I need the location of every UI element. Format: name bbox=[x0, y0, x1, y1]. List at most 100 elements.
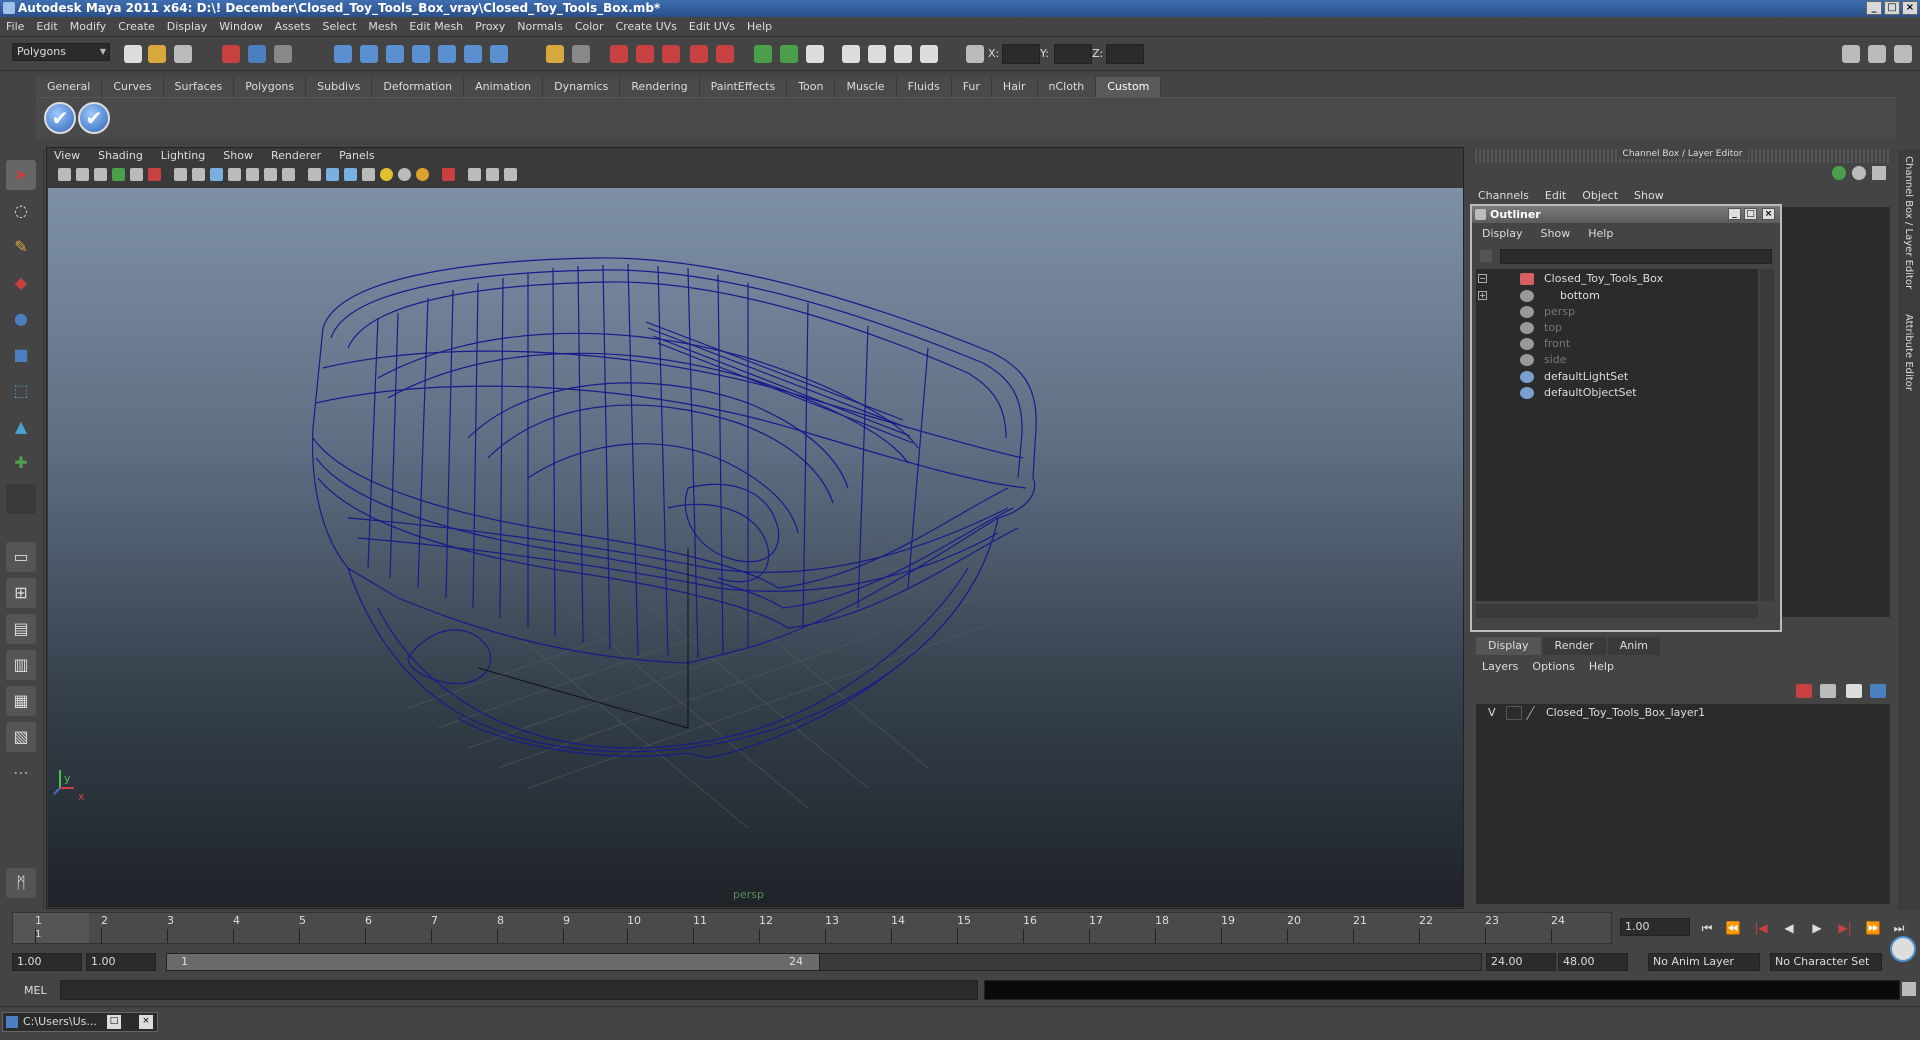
expand-icon[interactable]: + bbox=[1478, 291, 1487, 300]
checkmark-shelf-icon[interactable]: ✔ bbox=[44, 102, 76, 134]
layout-four-pane-icon[interactable]: ⊞ bbox=[6, 578, 36, 608]
outliner-menu-show[interactable]: Show bbox=[1541, 227, 1571, 240]
select-tool-icon[interactable]: ➤ bbox=[6, 160, 36, 190]
shelf-tab-general[interactable]: General bbox=[36, 77, 103, 97]
grid-toggle-icon[interactable] bbox=[174, 168, 187, 181]
xray-joints-icon[interactable] bbox=[486, 168, 499, 181]
channel-box-icon[interactable] bbox=[868, 45, 886, 63]
play-backwards-button[interactable]: ◀ bbox=[1780, 920, 1798, 936]
shelf-tab-ncloth[interactable]: nCloth bbox=[1037, 77, 1097, 97]
more-layouts-icon[interactable]: ⋯ bbox=[6, 758, 36, 788]
play-forwards-button[interactable]: ▶ bbox=[1808, 920, 1826, 936]
shadows-icon[interactable] bbox=[416, 168, 429, 181]
menu-create-uvs[interactable]: Create UVs bbox=[616, 20, 677, 33]
new-scene-icon[interactable] bbox=[124, 45, 142, 63]
snap-grid-icon[interactable] bbox=[334, 45, 352, 63]
menu-display[interactable]: Display bbox=[167, 20, 208, 33]
textured-icon[interactable] bbox=[362, 168, 375, 181]
menu-color[interactable]: Color bbox=[575, 20, 604, 33]
cb-menu-object[interactable]: Object bbox=[1582, 189, 1618, 202]
safe-title-icon[interactable] bbox=[282, 168, 295, 181]
snap-surface-icon[interactable] bbox=[438, 45, 456, 63]
layer-playback-toggle[interactable] bbox=[1506, 706, 1522, 720]
construction-history-icon[interactable] bbox=[572, 45, 590, 63]
outliner-menu-help[interactable]: Help bbox=[1588, 227, 1613, 240]
time-slider[interactable]: 1 2 3 4 5 6 7 8 9 10 11 12 13 14 15 16 1… bbox=[12, 912, 1612, 944]
outliner-maximize-button[interactable]: □ bbox=[1744, 208, 1757, 220]
default-light-icon[interactable] bbox=[380, 168, 393, 181]
animation-end-field[interactable]: 48.00 bbox=[1558, 953, 1628, 971]
range-slider-handle[interactable]: 1 24 bbox=[166, 953, 820, 971]
bookmark-icon[interactable] bbox=[94, 168, 107, 181]
menu-modify[interactable]: Modify bbox=[70, 20, 106, 33]
animation-start-field[interactable]: 1.00 bbox=[12, 953, 82, 971]
menu-window[interactable]: Window bbox=[219, 20, 262, 33]
playback-start-field[interactable]: 1.00 bbox=[86, 953, 156, 971]
smooth-shade-icon[interactable] bbox=[326, 168, 339, 181]
outliner-filter-input[interactable] bbox=[1500, 249, 1772, 264]
auto-key-icon[interactable] bbox=[1890, 936, 1916, 962]
minimized-window-item[interactable]: C:\Users\Us... □ × bbox=[2, 1012, 158, 1032]
image-plane-icon[interactable] bbox=[112, 168, 125, 181]
shelf-tab-hair[interactable]: Hair bbox=[991, 77, 1038, 97]
xray-components-icon[interactable] bbox=[504, 168, 517, 181]
channel-box-key-icon[interactable] bbox=[1832, 166, 1846, 180]
menu-set-dropdown[interactable]: Polygons ▼ bbox=[12, 43, 110, 61]
menu-edit-uvs[interactable]: Edit UVs bbox=[689, 20, 735, 33]
layout-persp-graph-icon[interactable]: ▥ bbox=[6, 650, 36, 680]
layout-persp-outliner-icon[interactable]: ▤ bbox=[6, 614, 36, 644]
two-d-pan-icon[interactable] bbox=[130, 168, 143, 181]
paint-select-tool-icon[interactable]: ✎ bbox=[6, 232, 36, 262]
close-button[interactable]: × bbox=[1902, 1, 1918, 15]
open-scene-icon[interactable] bbox=[148, 45, 166, 63]
cb-menu-edit[interactable]: Edit bbox=[1545, 189, 1566, 202]
shelf-tab-toon[interactable]: Toon bbox=[787, 77, 836, 97]
xray-icon[interactable] bbox=[468, 168, 481, 181]
shelf-tab-curves[interactable]: Curves bbox=[102, 77, 164, 97]
lasso-tool-icon[interactable]: ◌ bbox=[6, 196, 36, 226]
outliner-menu-display[interactable]: Display bbox=[1482, 227, 1523, 240]
input-mode-icon[interactable] bbox=[780, 45, 798, 63]
cb-menu-show[interactable]: Show bbox=[1634, 189, 1664, 202]
menu-select[interactable]: Select bbox=[322, 20, 356, 33]
select-hierarchy-icon[interactable] bbox=[222, 45, 240, 63]
gate-mask-icon[interactable] bbox=[228, 168, 241, 181]
menu-mesh[interactable]: Mesh bbox=[368, 20, 397, 33]
attribute-icon[interactable] bbox=[806, 45, 824, 63]
new-layer-icon[interactable] bbox=[1796, 684, 1812, 698]
collapse-icon[interactable]: − bbox=[1478, 274, 1487, 283]
field-chart-icon[interactable] bbox=[246, 168, 259, 181]
camera-attributes-icon[interactable] bbox=[76, 168, 89, 181]
hypershade-icon[interactable] bbox=[690, 45, 708, 63]
vp-menu-lighting[interactable]: Lighting bbox=[161, 149, 205, 165]
lock-icon[interactable] bbox=[546, 45, 564, 63]
channel-box-pin-icon[interactable] bbox=[1872, 166, 1886, 180]
render-frame-icon[interactable] bbox=[610, 45, 628, 63]
cb-menu-channels[interactable]: Channels bbox=[1478, 189, 1529, 202]
shelf-tab-muscle[interactable]: Muscle bbox=[835, 77, 897, 97]
move-tool-icon[interactable]: ◆ bbox=[6, 268, 36, 298]
outliner-vertical-scrollbar[interactable] bbox=[1760, 269, 1774, 601]
layer-tab-display[interactable]: Display bbox=[1476, 637, 1541, 655]
step-back-key-button[interactable]: ⏪ bbox=[1724, 920, 1742, 936]
anim-layer-dropdown[interactable]: No Anim Layer bbox=[1648, 953, 1760, 971]
layer-menu-help[interactable]: Help bbox=[1589, 660, 1614, 673]
layer-visibility-toggle[interactable]: V bbox=[1488, 704, 1496, 722]
character-set-dropdown[interactable]: No Character Set bbox=[1770, 953, 1882, 971]
filter-icon[interactable] bbox=[1480, 250, 1492, 262]
minimize-button[interactable]: _ bbox=[1866, 1, 1882, 15]
y-field[interactable] bbox=[1054, 44, 1092, 64]
z-field[interactable] bbox=[1106, 44, 1144, 64]
layout-single-pane-icon[interactable]: ▭ bbox=[6, 542, 36, 572]
last-tool-icon[interactable] bbox=[6, 484, 36, 514]
layer-menu-options[interactable]: Options bbox=[1532, 660, 1574, 673]
wireframe-icon[interactable] bbox=[308, 168, 321, 181]
layer-color-swatch[interactable] bbox=[1525, 706, 1547, 720]
layout-hypershade-icon[interactable]: ▦ bbox=[6, 686, 36, 716]
snap-point-icon[interactable] bbox=[386, 45, 404, 63]
outliner-title-bar[interactable]: Outliner _ □ × bbox=[1472, 206, 1780, 223]
menu-proxy[interactable]: Proxy bbox=[475, 20, 505, 33]
playback-end-field[interactable]: 24.00 bbox=[1486, 953, 1556, 971]
outliner-horizontal-scrollbar[interactable] bbox=[1476, 604, 1758, 618]
grease-pencil-icon[interactable] bbox=[148, 168, 161, 181]
